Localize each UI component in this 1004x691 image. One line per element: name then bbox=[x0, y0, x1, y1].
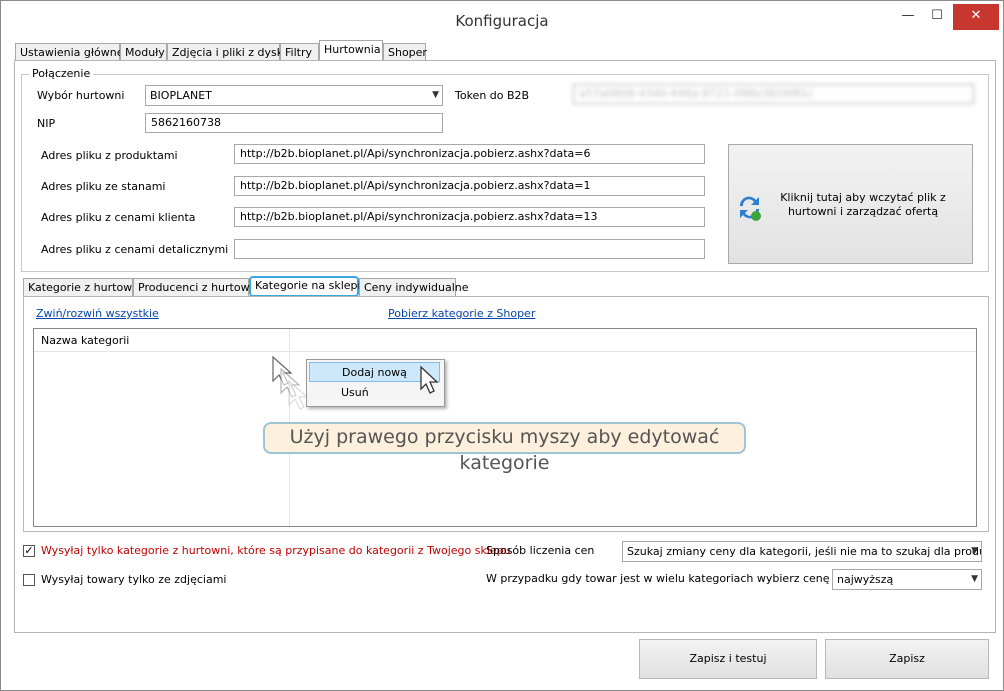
price-method-select[interactable]: Szukaj zmiany ceny dla kategorii, jeśli … bbox=[622, 541, 982, 562]
load-wholesaler-file-label: Kliknij tutaj aby wczytać plik z hurtown… bbox=[780, 191, 946, 218]
token-label: Token do B2B bbox=[455, 89, 530, 102]
tab-modules[interactable]: Moduły bbox=[120, 43, 167, 61]
connection-group-label: Połączenie bbox=[29, 67, 94, 80]
tab-general-settings[interactable]: Ustawienia główne bbox=[15, 43, 124, 61]
client-prices-label: Adres pliku z cenami klienta bbox=[41, 211, 196, 224]
multi-category-price-value: najwyższą bbox=[837, 573, 894, 586]
mouse-cursor-trail-icon bbox=[272, 355, 309, 410]
stock-file-label: Adres pliku ze stanami bbox=[41, 180, 166, 193]
minimize-button[interactable]: — bbox=[894, 4, 922, 30]
tab-wholesaler-categories[interactable]: Kategorie z hurtowni bbox=[23, 278, 142, 296]
collapse-expand-all-link[interactable]: Zwiń/rozwiń wszystkie bbox=[36, 307, 159, 320]
retail-prices-label: Adres pliku z cenami detalicznymi bbox=[41, 243, 229, 256]
tab-images-files[interactable]: Zdjęcia i pliki z dysku bbox=[167, 43, 290, 61]
client-prices-input[interactable]: http://b2b.bioplanet.pl/Api/synchronizac… bbox=[234, 207, 705, 227]
products-file-label: Adres pliku z produktami bbox=[41, 149, 178, 162]
load-wholesaler-file-button[interactable]: Kliknij tutaj aby wczytać plik z hurtown… bbox=[728, 144, 973, 264]
token-input[interactable]: a57a0808-4340-448a-9721-098e3816f81c bbox=[573, 84, 974, 104]
column-header-category-name: Nazwa kategorii bbox=[41, 334, 130, 347]
send-only-mapped-label: Wysyłaj tylko kategorie z hurtowni, któr… bbox=[41, 544, 511, 557]
nip-input[interactable]: 5862160738 bbox=[145, 113, 443, 133]
chevron-down-icon: ▼ bbox=[971, 574, 978, 584]
edit-categories-hint: Użyj prawego przycisku myszy aby edytowa… bbox=[263, 422, 746, 474]
price-method-label: Sposób liczenia cen bbox=[486, 544, 595, 557]
retail-prices-input[interactable] bbox=[234, 239, 705, 259]
save-and-test-button[interactable]: Zapisz i testuj bbox=[639, 639, 817, 679]
wholesaler-label: Wybór hurtowni bbox=[37, 89, 125, 102]
mouse-cursor-icon bbox=[420, 365, 439, 394]
title-bar: Konfiguracja — ☐ ✕ bbox=[1, 1, 1003, 39]
fetch-shoper-categories-link[interactable]: Pobierz kategorie z Shoper bbox=[388, 307, 535, 320]
nip-label: NIP bbox=[37, 117, 56, 130]
categories-tree-header: Nazwa kategorii bbox=[34, 329, 976, 352]
price-method-value: Szukaj zmiany ceny dla kategorii, jeśli … bbox=[627, 545, 982, 558]
multi-category-price-select[interactable]: najwyższą ▼ bbox=[832, 569, 982, 590]
multi-category-price-label: W przypadku gdy towar jest w wielu kateg… bbox=[486, 572, 830, 585]
save-button[interactable]: Zapisz bbox=[825, 639, 989, 679]
wholesaler-select[interactable]: BIOPLANET ▼ bbox=[145, 85, 443, 106]
maximize-button[interactable]: ☐ bbox=[923, 4, 951, 30]
config-window: Konfiguracja — ☐ ✕ Ustawienia główne Mod… bbox=[0, 0, 1004, 691]
send-with-photos-label: Wysyłaj towary tylko ze zdjęciami bbox=[41, 573, 227, 586]
refresh-arrows-icon bbox=[739, 196, 761, 221]
window-title: Konfiguracja bbox=[455, 12, 549, 30]
sub-tab-strip: Kategorie z hurtowni Producenci z hurtow… bbox=[23, 276, 989, 298]
send-only-mapped-checkbox[interactable]: ✓ bbox=[23, 545, 35, 557]
tab-shoper[interactable]: Shoper bbox=[383, 43, 427, 61]
products-file-input[interactable]: http://b2b.bioplanet.pl/Api/synchronizac… bbox=[234, 144, 705, 164]
wholesaler-select-value: BIOPLANET bbox=[150, 89, 212, 102]
chevron-down-icon: ▼ bbox=[971, 546, 978, 556]
tab-individual-prices[interactable]: Ceny indywidualne bbox=[359, 278, 469, 296]
shop-categories-panel: Zwiń/rozwiń wszystkie Pobierz kategorie … bbox=[23, 296, 989, 532]
tab-filters[interactable]: Filtry bbox=[280, 43, 319, 61]
chevron-down-icon: ▼ bbox=[432, 90, 439, 100]
send-with-photos-checkbox[interactable] bbox=[23, 574, 35, 586]
tab-shop-categories[interactable]: Kategorie na sklepie bbox=[249, 276, 367, 297]
tab-wholesaler[interactable]: Hurtownia bbox=[319, 40, 383, 61]
stock-file-input[interactable]: http://b2b.bioplanet.pl/Api/synchronizac… bbox=[234, 176, 705, 196]
tab-wholesaler-producers[interactable]: Producenci z hurtowni bbox=[133, 278, 260, 296]
close-button[interactable]: ✕ bbox=[953, 4, 999, 30]
